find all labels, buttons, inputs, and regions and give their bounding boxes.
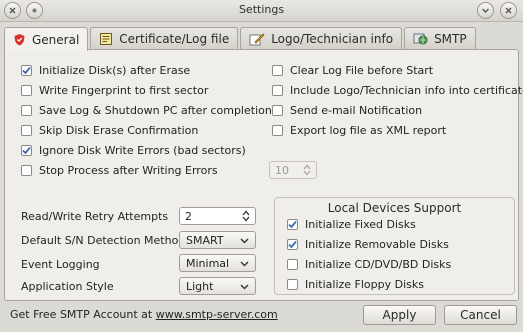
- checkbox-export-xml[interactable]: Export log file as XML report: [272, 122, 446, 138]
- tab-label: Logo/Technician info: [271, 32, 394, 46]
- certificate-icon: [100, 33, 113, 45]
- tab-label: Certificate/Log file: [119, 32, 230, 46]
- checkbox-box[interactable]: [21, 164, 32, 176]
- checkbox-box[interactable]: [272, 84, 283, 96]
- checkbox-label: Stop Process after Writing Errors: [39, 163, 218, 177]
- checkbox-optical-disks[interactable]: Initialize CD/DVD/BD Disks: [287, 256, 451, 272]
- checkbox-label: Save Log & Shutdown PC after completion: [39, 103, 272, 117]
- collapse-button[interactable]: [477, 2, 494, 19]
- checkbox-label: Initialize CD/DVD/BD Disks: [305, 257, 452, 271]
- sn-detection-label: Default S/N Detection Method: [21, 234, 186, 247]
- checkbox-box[interactable]: [21, 144, 32, 156]
- checkbox-label: Send e-mail Notification: [290, 103, 423, 117]
- event-logging-label: Event Logging: [21, 258, 100, 271]
- checkmark-icon: [22, 66, 31, 74]
- checkbox-label: Include Logo/Technician info into certif…: [290, 83, 523, 97]
- title-bar: Settings: [0, 0, 523, 22]
- checkbox-ignore-write-errors[interactable]: Ignore Disk Write Errors (bad sectors): [21, 142, 246, 158]
- checkbox-label: Initialize Floppy Disks: [305, 277, 424, 291]
- pen-icon: [249, 33, 265, 46]
- tab-general[interactable]: General: [4, 27, 89, 51]
- checkbox-box[interactable]: [272, 104, 283, 116]
- checkbox-initialize-disks[interactable]: Initialize Disk(s) after Erase: [21, 62, 190, 78]
- checkbox-save-log-shutdown[interactable]: Save Log & Shutdown PC after completion: [21, 102, 272, 118]
- spin-value: 10: [275, 163, 289, 177]
- checkbox-label: Initialize Fixed Disks: [305, 217, 416, 231]
- stop-errors-spinbox[interactable]: 10: [269, 161, 317, 179]
- checkbox-label: Export log file as XML report: [290, 123, 447, 137]
- checkbox-label: Skip Disk Erase Confirmation: [39, 123, 199, 137]
- checkbox-stop-after-errors[interactable]: Stop Process after Writing Errors: [21, 162, 218, 178]
- checkmark-icon: [22, 146, 31, 154]
- checkmark-icon: [288, 240, 297, 248]
- app-style-label: Application Style: [21, 280, 114, 293]
- checkbox-skip-confirmation[interactable]: Skip Disk Erase Confirmation: [21, 122, 198, 138]
- select-value: Light: [186, 279, 214, 293]
- checkbox-label: Initialize Removable Disks: [305, 237, 449, 251]
- checkbox-floppy-disks[interactable]: Initialize Floppy Disks: [287, 276, 424, 292]
- checkbox-box[interactable]: [287, 278, 298, 290]
- retry-attempts-label: Read/Write Retry Attempts: [21, 210, 169, 223]
- checkbox-box[interactable]: [287, 238, 298, 250]
- checkbox-label: Ignore Disk Write Errors (bad sectors): [39, 143, 246, 157]
- tab-bar: General Certificate/Log file Logo/Techni…: [4, 27, 476, 51]
- checkbox-send-email[interactable]: Send e-mail Notification: [272, 102, 422, 118]
- checkbox-label: Write Fingerprint to first sector: [39, 83, 209, 97]
- sn-detection-select[interactable]: SMART: [179, 231, 256, 249]
- spin-arrows-icon: [242, 210, 250, 222]
- shield-icon: [14, 34, 25, 46]
- chevron-down-icon: [240, 238, 249, 243]
- chevron-down-icon: [240, 284, 249, 289]
- checkbox-box[interactable]: [272, 64, 283, 76]
- checkbox-box[interactable]: [287, 218, 298, 230]
- tab-label: General: [32, 32, 80, 47]
- checkbox-box[interactable]: [21, 64, 32, 76]
- select-value: SMART: [186, 233, 224, 247]
- checkbox-label: Clear Log File before Start: [290, 63, 434, 77]
- smtp-server-link[interactable]: www.smtp-server.com: [156, 308, 278, 321]
- apply-button[interactable]: Apply: [363, 305, 436, 325]
- chevron-down-icon: [240, 261, 249, 266]
- tab-certificate-log[interactable]: Certificate/Log file: [90, 27, 239, 50]
- checkbox-clear-log[interactable]: Clear Log File before Start: [272, 62, 433, 78]
- smtp-promo: Get Free SMTP Account at www.smtp-server…: [10, 308, 278, 321]
- checkbox-include-logo[interactable]: Include Logo/Technician info into certif…: [272, 82, 523, 98]
- close-icon: [505, 7, 512, 14]
- checkbox-box[interactable]: [21, 104, 32, 116]
- group-title: Local Devices Support: [327, 201, 462, 215]
- retry-attempts-spinbox[interactable]: 2: [179, 207, 256, 225]
- promo-text: Get Free SMTP Account at: [10, 308, 156, 321]
- app-style-select[interactable]: Light: [179, 277, 256, 295]
- tab-smtp[interactable]: SMTP: [404, 27, 476, 50]
- chevron-down-icon: [482, 8, 489, 13]
- checkbox-box[interactable]: [21, 84, 32, 96]
- window-title: Settings: [238, 3, 285, 16]
- checkbox-removable-disks[interactable]: Initialize Removable Disks: [287, 236, 449, 252]
- checkbox-write-fingerprint[interactable]: Write Fingerprint to first sector: [21, 82, 208, 98]
- select-value: Minimal: [186, 256, 230, 270]
- spin-value: 2: [185, 209, 192, 223]
- checkmark-icon: [288, 220, 297, 228]
- cancel-button[interactable]: Cancel: [444, 305, 517, 325]
- tab-logo-technician[interactable]: Logo/Technician info: [240, 27, 403, 50]
- tab-label: SMTP: [434, 32, 467, 46]
- local-devices-group: Local Devices Support Initialize Fixed D…: [274, 197, 515, 295]
- checkbox-label: Initialize Disk(s) after Erase: [39, 63, 191, 77]
- spin-arrows-icon: [303, 164, 311, 176]
- checkbox-box[interactable]: [287, 258, 298, 270]
- checkbox-box[interactable]: [21, 124, 32, 136]
- general-panel: Initialize Disk(s) after Erase Write Fin…: [4, 49, 523, 301]
- close-button[interactable]: [500, 2, 517, 19]
- checkbox-box[interactable]: [272, 124, 283, 136]
- checkbox-fixed-disks[interactable]: Initialize Fixed Disks: [287, 216, 416, 232]
- event-logging-select[interactable]: Minimal: [179, 254, 256, 272]
- globe-icon: [413, 33, 428, 45]
